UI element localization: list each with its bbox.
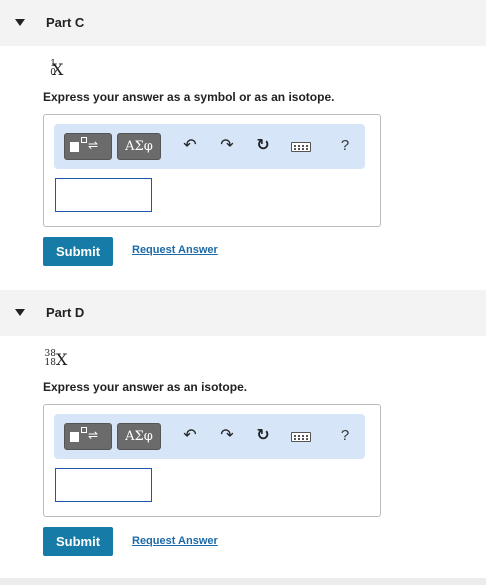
part-d-header[interactable]: Part D bbox=[0, 290, 486, 336]
caret-down-icon[interactable] bbox=[15, 19, 25, 26]
submit-button[interactable]: Submit bbox=[43, 527, 113, 556]
part-c-answer-box: ⇌ ΑΣφ ↶ ↷ ↻ ? bbox=[43, 114, 381, 227]
part-c-header[interactable]: Part C bbox=[0, 0, 486, 46]
atomic-number: 18 bbox=[44, 358, 56, 368]
templates-icon bbox=[70, 142, 79, 152]
redo-icon[interactable]: ↷ bbox=[217, 136, 237, 156]
footer-divider bbox=[0, 578, 486, 585]
templates-icon bbox=[70, 432, 79, 442]
greek-symbols-button[interactable]: ΑΣφ bbox=[117, 133, 161, 160]
math-toolbar: ⇌ ΑΣφ ↶ ↷ ↻ ? bbox=[54, 124, 365, 169]
request-answer-link[interactable]: Request Answer bbox=[132, 535, 218, 547]
greek-symbols-button[interactable]: ΑΣφ bbox=[117, 423, 161, 450]
help-icon[interactable]: ? bbox=[335, 136, 355, 156]
element-symbol: X bbox=[56, 350, 68, 369]
part-c-instruction: Express your answer as a symbol or as an… bbox=[43, 90, 335, 104]
redo-icon[interactable]: ↷ bbox=[217, 426, 237, 446]
part-d-answer-box: ⇌ ΑΣφ ↶ ↷ ↻ ? bbox=[43, 404, 381, 517]
keyboard-icon[interactable] bbox=[291, 432, 311, 442]
part-d-title: Part D bbox=[46, 305, 85, 320]
part-c-title: Part C bbox=[46, 15, 85, 30]
element-symbol: X bbox=[52, 60, 64, 79]
templates-button[interactable]: ⇌ bbox=[64, 133, 112, 160]
answer-input[interactable] bbox=[55, 178, 152, 212]
reset-icon[interactable]: ↻ bbox=[253, 136, 273, 156]
caret-down-icon[interactable] bbox=[15, 309, 25, 316]
reset-icon[interactable]: ↻ bbox=[253, 426, 273, 446]
templates-button[interactable]: ⇌ bbox=[64, 423, 112, 450]
undo-icon[interactable]: ↶ bbox=[180, 136, 200, 156]
request-answer-link[interactable]: Request Answer bbox=[132, 244, 218, 256]
undo-icon[interactable]: ↶ bbox=[180, 426, 200, 446]
keyboard-icon[interactable] bbox=[291, 142, 311, 152]
help-icon[interactable]: ? bbox=[335, 426, 355, 446]
math-toolbar: ⇌ ΑΣφ ↶ ↷ ↻ ? bbox=[54, 414, 365, 459]
answer-input[interactable] bbox=[55, 468, 152, 502]
part-d-instruction: Express your answer as an isotope. bbox=[43, 380, 248, 394]
submit-button[interactable]: Submit bbox=[43, 237, 113, 266]
